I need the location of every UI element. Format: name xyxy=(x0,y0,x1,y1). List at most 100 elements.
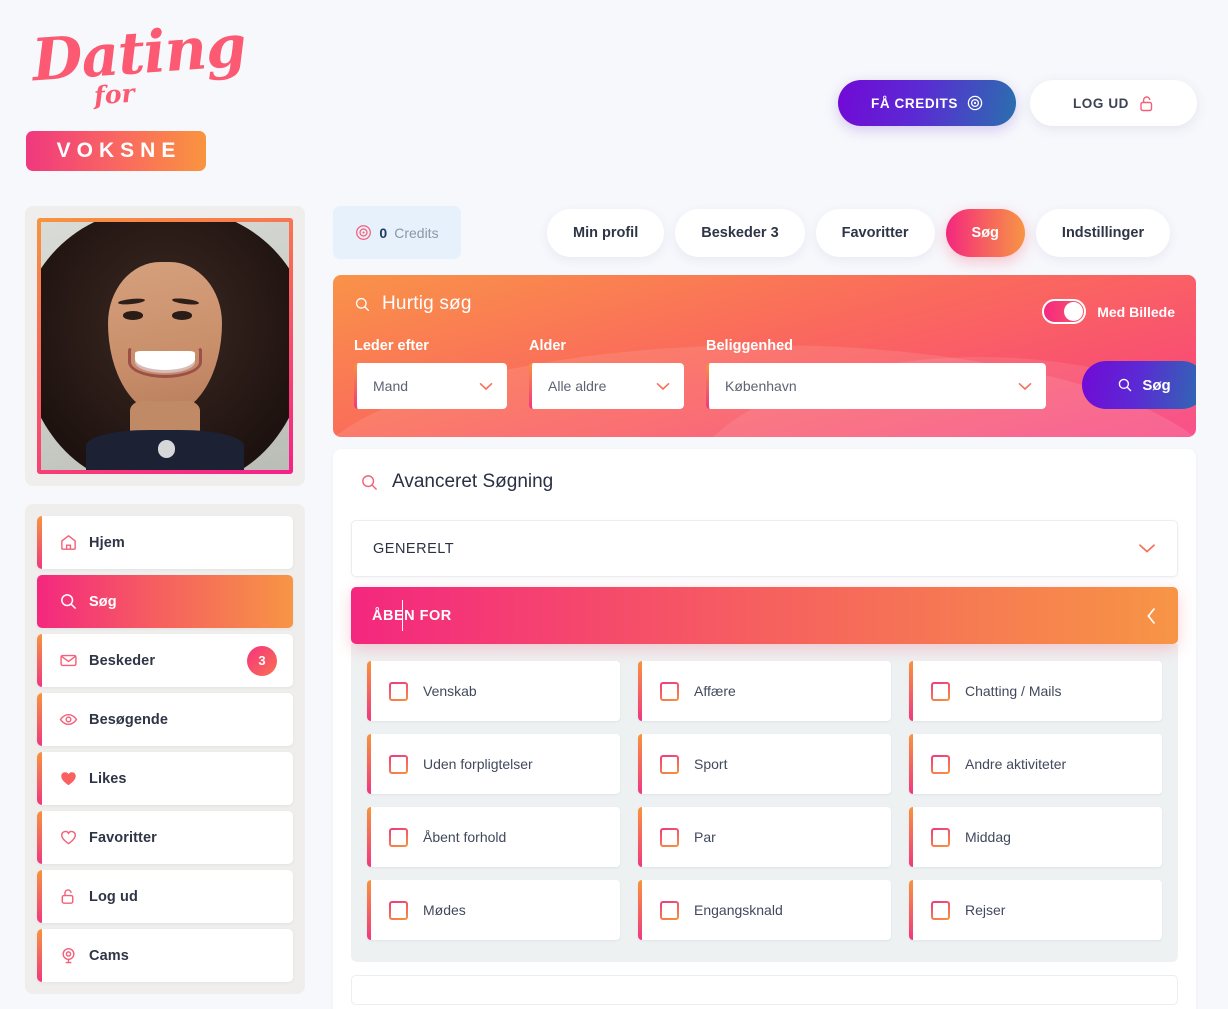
aben-for-options-grid: Venskab Affære Chatting / Mails Uden for… xyxy=(367,661,1162,940)
select-value: København xyxy=(725,378,797,394)
option-label: Venskab xyxy=(423,683,477,699)
option-venskab[interactable]: Venskab xyxy=(367,661,620,721)
sidebar-item-favoritter[interactable]: Favoritter xyxy=(37,811,293,864)
main-top-row: 0 Credits Min profil Beskeder 3 Favoritt… xyxy=(333,206,1196,259)
option-label: Affære xyxy=(694,683,736,699)
option-rejser[interactable]: Rejser xyxy=(909,880,1162,940)
get-credits-button[interactable]: FÅ CREDITS xyxy=(838,80,1016,126)
option-middag[interactable]: Middag xyxy=(909,807,1162,867)
main-tabs: Min profil Beskeder 3 Favoritter Søg Ind… xyxy=(547,208,1171,257)
envelope-icon xyxy=(59,651,89,670)
credits-label: Credits xyxy=(394,224,439,241)
checkbox[interactable] xyxy=(660,682,679,701)
quick-search-panel: Hurtig søg Med Billede Leder efter Mand … xyxy=(333,275,1196,437)
search-icon xyxy=(354,296,371,313)
tab-beskeder[interactable]: Beskeder 3 xyxy=(675,208,805,257)
logo-badge: VOKSNE xyxy=(26,131,206,171)
toggle-knob xyxy=(1064,302,1084,321)
quick-search-title: Hurtig søg xyxy=(354,293,472,315)
quick-search-submit-button[interactable]: Søg xyxy=(1082,361,1196,409)
quick-search-fields: Leder efter Mand Alder Alle aldre Beligg… xyxy=(354,338,1196,409)
heart-filled-icon xyxy=(59,769,89,788)
checkbox[interactable] xyxy=(660,901,679,920)
alder-select[interactable]: Alle aldre xyxy=(529,363,684,409)
accordion-title: ÅBEN FOR xyxy=(372,607,452,624)
option-label: Sport xyxy=(694,756,728,772)
option-label: Middag xyxy=(965,829,1011,845)
field-leder-efter: Leder efter Mand xyxy=(354,338,507,409)
search-icon xyxy=(59,592,89,611)
quick-search-title-text: Hurtig søg xyxy=(382,293,472,314)
quick-search-submit-label: Søg xyxy=(1142,376,1171,394)
logout-button[interactable]: LOG UD xyxy=(1030,80,1197,126)
option-affaere[interactable]: Affære xyxy=(638,661,891,721)
option-sport[interactable]: Sport xyxy=(638,734,891,794)
beliggenhed-select[interactable]: København xyxy=(706,363,1046,409)
unlock-icon xyxy=(59,887,89,906)
tab-indstillinger[interactable]: Indstillinger xyxy=(1035,208,1171,257)
heart-outline-icon xyxy=(59,828,89,847)
get-credits-label: FÅ CREDITS xyxy=(871,95,958,111)
checkbox[interactable] xyxy=(931,755,950,774)
main-content: 0 Credits Min profil Beskeder 3 Favoritt… xyxy=(333,206,1196,1009)
home-icon xyxy=(59,533,89,552)
sidebar-item-label: Likes xyxy=(89,770,127,787)
option-label: Mødes xyxy=(423,902,466,918)
checkbox[interactable] xyxy=(389,682,408,701)
checkbox[interactable] xyxy=(389,755,408,774)
logo-script-text: Dating xyxy=(29,11,248,95)
tab-favoritter[interactable]: Favoritter xyxy=(815,208,935,257)
sidebar-nav: Hjem Søg Beskeder 3 Besøgende Likes Favo… xyxy=(25,504,305,994)
checkbox[interactable] xyxy=(931,828,950,847)
option-chatting-mails[interactable]: Chatting / Mails xyxy=(909,661,1162,721)
option-engangsknald[interactable]: Engangsknald xyxy=(638,880,891,940)
profile-photo-frame[interactable] xyxy=(37,218,293,474)
logo-badge-text: VOKSNE xyxy=(56,139,182,162)
tab-min-profil[interactable]: Min profil xyxy=(547,208,665,257)
chevron-down-icon xyxy=(479,382,493,391)
tab-sog[interactable]: Søg xyxy=(945,208,1025,257)
advanced-search-title: Avanceret Søgning xyxy=(360,471,1178,493)
next-accordion-section[interactable] xyxy=(351,975,1178,1005)
accordion-generelt[interactable]: GENERELT xyxy=(351,520,1178,577)
accordion-aben-for[interactable]: ÅBEN FOR xyxy=(351,587,1178,644)
chevron-down-icon xyxy=(1018,382,1032,391)
leder-efter-select[interactable]: Mand xyxy=(354,363,507,409)
option-label: Åbent forhold xyxy=(423,829,507,845)
checkbox[interactable] xyxy=(389,828,408,847)
sidebar: Hjem Søg Beskeder 3 Besøgende Likes Favo… xyxy=(25,206,305,1009)
checkbox[interactable] xyxy=(660,755,679,774)
search-icon xyxy=(1117,377,1133,393)
sidebar-item-cams[interactable]: Cams xyxy=(37,929,293,982)
credits-indicator[interactable]: 0 Credits xyxy=(333,206,461,259)
logo-for-text: for xyxy=(93,78,136,111)
sidebar-item-besogende[interactable]: Besøgende xyxy=(37,693,293,746)
with-photo-toggle[interactable] xyxy=(1042,299,1087,324)
aben-for-options-panel: Venskab Affære Chatting / Mails Uden for… xyxy=(351,644,1178,962)
option-modes[interactable]: Mødes xyxy=(367,880,620,940)
sidebar-item-beskeder[interactable]: Beskeder 3 xyxy=(37,634,293,687)
page-header: Dating for VOKSNE FÅ CREDITS LOG UD xyxy=(0,0,1228,196)
option-abent-forhold[interactable]: Åbent forhold xyxy=(367,807,620,867)
option-andre-aktiviteter[interactable]: Andre aktiviteter xyxy=(909,734,1162,794)
sidebar-item-likes[interactable]: Likes xyxy=(37,752,293,805)
with-photo-label: Med Billede xyxy=(1097,303,1175,320)
option-par[interactable]: Par xyxy=(638,807,891,867)
option-label: Engangsknald xyxy=(694,902,783,918)
sidebar-item-hjem[interactable]: Hjem xyxy=(37,516,293,569)
sidebar-item-label: Beskeder xyxy=(89,652,156,669)
sidebar-item-label: Besøgende xyxy=(89,711,169,728)
sidebar-item-label: Søg xyxy=(89,593,117,610)
option-label: Rejser xyxy=(965,902,1006,918)
option-uden-forpligtelser[interactable]: Uden forpligtelser xyxy=(367,734,620,794)
field-label: Alder xyxy=(529,338,567,354)
sidebar-item-label: Favoritter xyxy=(89,829,157,846)
sidebar-item-log-ud[interactable]: Log ud xyxy=(37,870,293,923)
checkbox[interactable] xyxy=(931,682,950,701)
site-logo[interactable]: Dating for VOKSNE xyxy=(26,12,248,178)
sidebar-item-sog[interactable]: Søg xyxy=(37,575,293,628)
webcam-icon xyxy=(59,946,89,965)
checkbox[interactable] xyxy=(389,901,408,920)
checkbox[interactable] xyxy=(660,828,679,847)
checkbox[interactable] xyxy=(931,901,950,920)
